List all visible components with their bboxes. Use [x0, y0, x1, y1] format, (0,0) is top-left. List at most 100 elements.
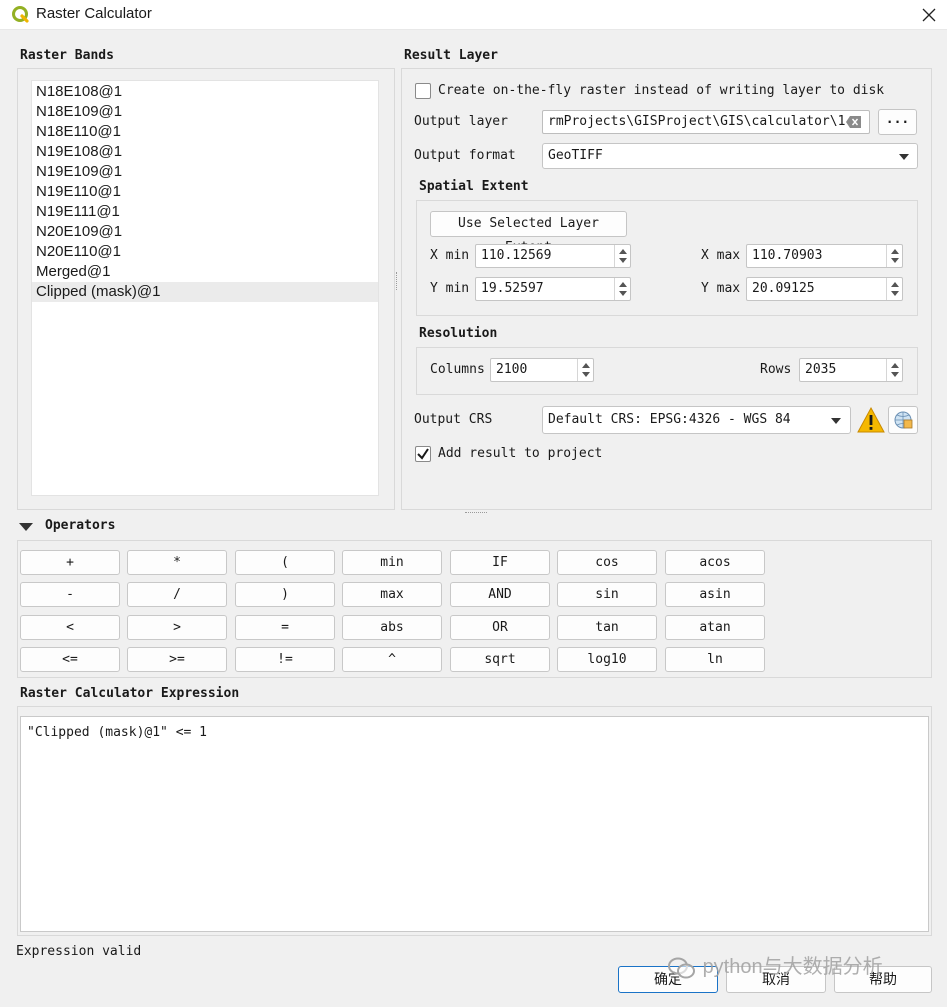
operator-button[interactable]: )	[235, 582, 335, 607]
spin-arrows-icon[interactable]	[886, 359, 902, 381]
operator-button[interactable]: -	[20, 582, 120, 607]
xmax-spinbox[interactable]: 110.70903	[746, 244, 903, 268]
xmin-label: X min	[430, 248, 470, 263]
xmin-value: 110.12569	[481, 248, 552, 263]
raster-band-item[interactable]: N18E108@1	[32, 82, 378, 102]
clear-field-button[interactable]	[846, 116, 861, 128]
globe-icon	[894, 411, 913, 429]
rows-value: 2035	[805, 362, 837, 377]
ymin-spinbox[interactable]: 19.52597	[475, 277, 631, 301]
browse-button[interactable]: ...	[878, 109, 917, 135]
xmax-value: 110.70903	[752, 248, 823, 263]
operator-button[interactable]: <=	[20, 647, 120, 672]
operator-button[interactable]: >=	[127, 647, 227, 672]
operator-button[interactable]: >	[127, 615, 227, 640]
operator-button[interactable]: OR	[450, 615, 550, 640]
crs-select-button[interactable]	[888, 406, 918, 434]
operator-button[interactable]: AND	[450, 582, 550, 607]
add-result-label: Add result to project	[438, 446, 603, 461]
columns-spinbox[interactable]: 2100	[490, 358, 594, 382]
operator-button[interactable]: abs	[342, 615, 442, 640]
raster-band-item[interactable]: N19E109@1	[32, 162, 378, 182]
operator-button[interactable]: /	[127, 582, 227, 607]
checkmark-icon	[417, 448, 429, 460]
output-layer-field[interactable]: rmProjects\GISProject\GIS\calculator\1m	[542, 110, 870, 134]
output-layer-label: Output layer	[414, 114, 508, 129]
operator-button[interactable]: log10	[557, 647, 657, 672]
raster-band-item[interactable]: N18E109@1	[32, 102, 378, 122]
operators-heading: Operators	[45, 518, 116, 533]
output-crs-label: Output CRS	[414, 412, 493, 427]
operator-button[interactable]: sin	[557, 582, 657, 607]
ymax-spinbox[interactable]: 20.09125	[746, 277, 903, 301]
raster-band-item[interactable]: N20E109@1	[32, 222, 378, 242]
spin-arrows-icon[interactable]	[614, 245, 630, 267]
spin-arrows-icon[interactable]	[577, 359, 593, 381]
use-selected-extent-button[interactable]: Use Selected Layer Extent	[430, 211, 627, 255]
operator-button[interactable]: ln	[665, 647, 765, 672]
operator-button[interactable]: IF	[450, 550, 550, 575]
qgis-logo-icon	[12, 6, 29, 23]
operator-button[interactable]: +	[20, 550, 120, 575]
raster-band-item[interactable]: Merged@1	[32, 262, 378, 282]
spin-arrows-icon[interactable]	[614, 278, 630, 300]
warning-icon[interactable]	[856, 406, 886, 434]
operator-button[interactable]: *	[127, 550, 227, 575]
columns-value: 2100	[496, 362, 528, 377]
operator-button[interactable]: <	[20, 615, 120, 640]
expression-status: Expression valid	[16, 944, 142, 959]
operator-button[interactable]: sqrt	[450, 647, 550, 672]
raster-band-item[interactable]: N19E110@1	[32, 182, 378, 202]
collapse-operators-toggle[interactable]	[18, 521, 33, 533]
splitter-handle[interactable]	[465, 512, 487, 514]
raster-band-item[interactable]: N20E110@1	[32, 242, 378, 262]
on-the-fly-checkbox[interactable]	[415, 83, 431, 99]
operator-button[interactable]: max	[342, 582, 442, 607]
output-format-select[interactable]: GeoTIFF	[542, 143, 918, 169]
raster-band-item[interactable]: N19E108@1	[32, 142, 378, 162]
splitter-handle-vertical[interactable]	[396, 272, 398, 290]
raster-band-item[interactable]: N19E111@1	[32, 202, 378, 222]
output-crs-select[interactable]: Default CRS: EPSG:4326 - WGS 84	[542, 406, 851, 434]
columns-label: Columns	[430, 362, 485, 377]
triangle-down-icon	[19, 523, 33, 531]
ymax-value: 20.09125	[752, 281, 815, 296]
resolution-heading: Resolution	[419, 326, 498, 341]
operator-button[interactable]: cos	[557, 550, 657, 575]
raster-band-item[interactable]: N18E110@1	[32, 122, 378, 142]
operator-button[interactable]: ^	[342, 647, 442, 672]
operator-button[interactable]: min	[342, 550, 442, 575]
output-layer-value: rmProjects\GISProject\GIS\calculator\1m	[548, 114, 854, 129]
ymax-label: Y max	[701, 281, 741, 296]
expression-input[interactable]: "Clipped (mask)@1" <= 1	[20, 716, 929, 932]
ymin-label: Y min	[430, 281, 470, 296]
watermark-text: python与大数据分析	[702, 956, 883, 978]
operator-button[interactable]: !=	[235, 647, 335, 672]
spin-arrows-icon[interactable]	[886, 278, 902, 300]
add-result-checkbox[interactable]	[415, 446, 431, 462]
ymin-value: 19.52597	[481, 281, 544, 296]
operator-button[interactable]: tan	[557, 615, 657, 640]
expression-heading: Raster Calculator Expression	[20, 686, 240, 701]
operator-button[interactable]: acos	[665, 550, 765, 575]
raster-bands-list[interactable]: N18E108@1 N18E109@1 N18E110@1 N19E108@1 N19E…	[31, 80, 379, 496]
operator-button[interactable]: atan	[665, 615, 765, 640]
output-format-label: Output format	[414, 148, 516, 163]
watermark: python与大数据分析	[667, 950, 883, 980]
output-crs-value: Default CRS: EPSG:4326 - WGS 84	[548, 412, 791, 427]
close-button[interactable]	[910, 0, 947, 30]
title-bar: Raster Calculator	[0, 0, 947, 30]
operator-button[interactable]: (	[235, 550, 335, 575]
rows-spinbox[interactable]: 2035	[799, 358, 903, 382]
xmax-label: X max	[701, 248, 741, 263]
raster-band-item[interactable]: Clipped (mask)@1	[32, 282, 378, 302]
chevron-down-icon	[899, 154, 909, 160]
clear-icon	[846, 116, 861, 128]
spin-arrows-icon[interactable]	[886, 245, 902, 267]
xmin-spinbox[interactable]: 110.12569	[475, 244, 631, 268]
operator-button[interactable]: asin	[665, 582, 765, 607]
window-title: Raster Calculator	[36, 5, 152, 22]
result-layer-heading: Result Layer	[404, 48, 498, 63]
operator-button[interactable]: =	[235, 615, 335, 640]
close-icon	[922, 8, 935, 22]
